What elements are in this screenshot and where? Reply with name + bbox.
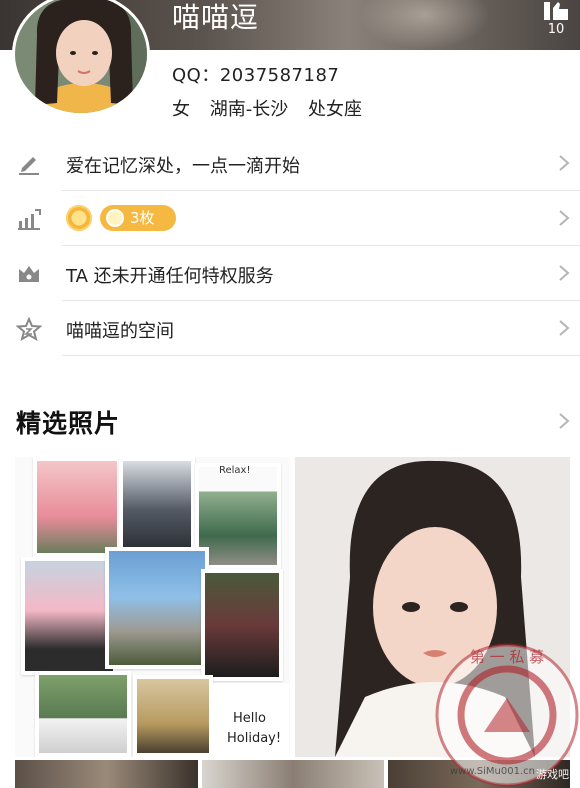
svg-text:第 一 私 募: 第 一 私 募 bbox=[470, 648, 544, 666]
like-count: 10 bbox=[547, 22, 565, 37]
gender: 女 bbox=[172, 99, 190, 120]
divider bbox=[62, 355, 580, 356]
watermark-seal: 第 一 私 募 www.SiMu001.cn 游戏吧 bbox=[432, 640, 580, 788]
photo-tile: Hello Holiday! bbox=[213, 683, 289, 757]
star-icon bbox=[16, 317, 42, 341]
avatar[interactable] bbox=[12, 0, 150, 116]
collage-caption: Hello bbox=[233, 711, 266, 726]
list-item-signature[interactable]: 爱在记忆深处，一点一滴开始 bbox=[0, 136, 580, 191]
crown-icon bbox=[19, 266, 39, 282]
medal-icon bbox=[66, 205, 92, 231]
medal-badge: 3枚 bbox=[100, 205, 176, 231]
like-button[interactable]: 10 bbox=[536, 0, 576, 46]
chevron-right-icon bbox=[559, 210, 570, 226]
watermark-url: www.SiMu001.cn bbox=[450, 766, 535, 777]
medal-count: 3枚 bbox=[130, 209, 155, 227]
chevron-right-icon bbox=[559, 155, 570, 171]
space-text: 喵喵逗的空间 bbox=[66, 321, 174, 342]
qq-number: QQ：2037587187 bbox=[172, 65, 340, 86]
pencil-icon bbox=[19, 157, 39, 175]
photo-tile bbox=[33, 457, 121, 557]
photo-strip[interactable] bbox=[15, 760, 198, 788]
photo-strip[interactable] bbox=[202, 760, 384, 788]
photo-tile bbox=[105, 547, 209, 669]
watermark-tag: 游戏吧 bbox=[536, 768, 569, 781]
chevron-right-icon[interactable] bbox=[558, 412, 570, 430]
collage-caption: Holiday! bbox=[227, 731, 282, 746]
photo-tile bbox=[35, 671, 131, 757]
privilege-text: TA 还未开通任何特权服务 bbox=[66, 266, 274, 287]
list-item-privilege[interactable]: TA 还未开通任何特权服务 bbox=[0, 246, 580, 301]
signature-text: 爱在记忆深处，一点一滴开始 bbox=[66, 156, 300, 177]
photo-tile bbox=[21, 557, 117, 675]
chart-up-icon bbox=[18, 209, 41, 230]
photo-tile bbox=[133, 675, 213, 757]
list-item-medals[interactable]: 3枚 bbox=[0, 191, 580, 246]
photo-collage[interactable]: Relax! Hello Holiday! bbox=[15, 457, 290, 757]
profile-list: 爱在记忆深处，一点一滴开始 3枚 TA 还未开通任何特权服务 喵喵逗的空间 bbox=[0, 136, 580, 356]
section-title: 精选照片 bbox=[16, 409, 121, 438]
zodiac: 处女座 bbox=[307, 99, 362, 120]
photo-tile bbox=[201, 569, 283, 681]
nickname: 喵喵逗 bbox=[172, 1, 260, 34]
list-item-space[interactable]: 喵喵逗的空间 bbox=[0, 301, 580, 356]
profile-info: 女 湖南-长沙 处女座 bbox=[172, 95, 376, 121]
medal-hex-icon bbox=[106, 209, 124, 227]
location: 湖南-长沙 bbox=[209, 99, 289, 120]
relax-caption: Relax! bbox=[219, 465, 251, 476]
chevron-right-icon bbox=[559, 320, 570, 336]
chevron-right-icon bbox=[559, 265, 570, 281]
thumbs-up-icon bbox=[544, 2, 568, 20]
photo-tile bbox=[119, 457, 195, 553]
